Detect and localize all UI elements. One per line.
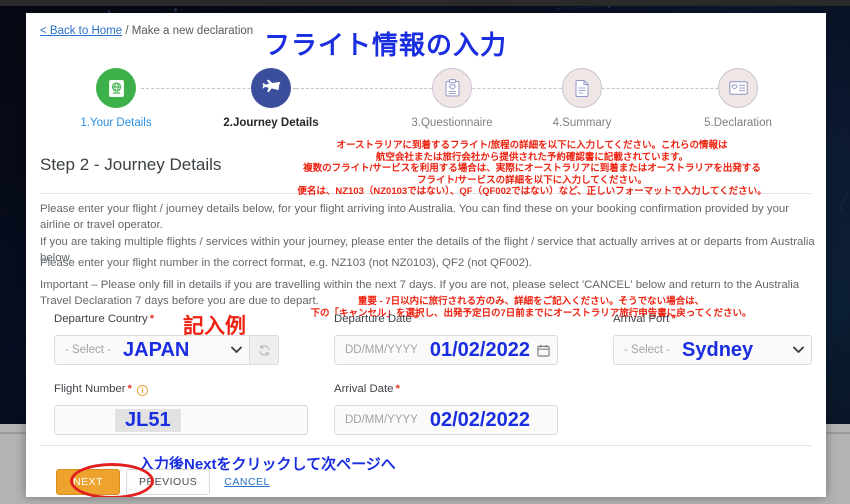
sidebar-item-your-details[interactable]: 1.Your Details <box>46 68 186 129</box>
required-marker: * <box>127 383 132 395</box>
sidebar-item-declaration[interactable]: 5.Declaration <box>668 68 808 129</box>
instruction-paragraph: Please enter your flight / journey detai… <box>40 203 790 231</box>
chevron-down-icon[interactable] <box>223 336 249 364</box>
cancel-link[interactable]: CANCEL <box>224 476 270 488</box>
arrival-date-value: 02/02/2022 <box>429 408 530 431</box>
arrival-port-select[interactable]: - Select - Sydney <box>613 335 812 365</box>
label-text: Arrival Port <box>613 313 670 325</box>
annotation-red-note-line: 便名は、NZ103（NZ0103ではない）、QF（QF002ではない）など、正し… <box>297 186 767 198</box>
arrival-date-label: Arrival Date * <box>334 383 400 395</box>
departure-country-placeholder: - Select - <box>65 344 112 356</box>
previous-button[interactable]: PREVIOUS <box>126 469 211 495</box>
airplane-icon <box>251 68 291 108</box>
sidebar-item-summary[interactable]: 4.Summary <box>512 68 652 129</box>
id-card-icon <box>718 68 758 108</box>
back-to-home-link[interactable]: < Back to Home <box>40 25 122 37</box>
required-marker: * <box>671 313 676 325</box>
departure-country-label: Departure Country * <box>54 313 154 325</box>
refresh-icon[interactable] <box>250 336 278 364</box>
annotation-red-note-line: 複数のフライト/サービスを利用する場合は、実際にオーストラリアに到着またはオース… <box>303 163 761 175</box>
annotation-red-important: 重要 - 7日以内に旅行される方のみ、詳細をご記入ください。そうでない場合は、 … <box>241 296 821 320</box>
annotation-red-note-line: フライト/サービスの詳細を以下に入力してください。 <box>416 174 648 186</box>
clipboard-icon <box>432 68 472 108</box>
required-marker: * <box>149 313 155 325</box>
passport-icon <box>96 68 136 108</box>
required-marker: * <box>413 313 419 325</box>
label-text: Departure Date <box>334 313 412 325</box>
arrival-date-input[interactable]: DD/MM/YYYY 02/02/2022 <box>334 405 558 435</box>
annotation-title-jp: フライト情報の入力 <box>264 30 508 60</box>
departure-date-placeholder: DD/MM/YYYY <box>345 344 418 356</box>
required-marker: * <box>395 383 400 395</box>
declaration-page-card: < Back to Home / Make a new declaration … <box>26 13 826 497</box>
departure-date-input[interactable]: DD/MM/YYYY 01/02/2022 <box>334 335 558 365</box>
annotation-red-important-line: 重要 - 7日以内に旅行される方のみ、詳細をご記入ください。そうでない場合は、 <box>357 296 705 307</box>
progress-stepper: 1.Your Details 2.Journey Details 3.Quest… <box>26 68 826 138</box>
annotation-sample-label: 記入例 <box>183 315 246 338</box>
info-icon[interactable]: i <box>136 385 148 396</box>
annotation-red-important-line: 下の「キャンセル」を選択し、出発予定日の7日前までにオーストラリア旅行申告書に戻… <box>310 308 752 319</box>
flight-number-input[interactable]: JL51 <box>54 405 308 435</box>
label-text: Departure Country <box>54 313 148 325</box>
window-top-bar <box>0 0 850 6</box>
departure-date-label: Departure Date * <box>334 313 418 325</box>
sidebar-item-questionnaire[interactable]: 3.Questionnaire <box>382 68 522 129</box>
form-actions: NEXT PREVIOUS CANCEL <box>56 469 270 495</box>
step-label: 5.Declaration <box>704 117 772 129</box>
chevron-down-icon[interactable] <box>785 336 811 364</box>
departure-date-value: 01/02/2022 <box>429 338 530 361</box>
instruction-paragraph: Please enter your flight number in the c… <box>40 257 532 269</box>
annotation-red-note-line: オーストラリアに到着するフライト/旅程の詳細を以下に入力してください。これらの情… <box>336 140 728 151</box>
step-label: 3.Questionnaire <box>411 117 493 129</box>
step-label: 2.Journey Details <box>223 117 319 129</box>
footer-divider <box>40 445 812 446</box>
arrival-port-placeholder: - Select - <box>624 344 671 356</box>
step-label: 4.Summary <box>552 117 612 129</box>
stepper-connector <box>582 88 738 89</box>
arrival-port-label: Arrival Port * <box>613 313 676 325</box>
stepper-connector <box>296 88 452 89</box>
annotation-red-note: オーストラリアに到着するフライト/旅程の詳細を以下に入力してください。これらの情… <box>232 140 826 198</box>
breadcrumb-separator: / <box>122 25 132 37</box>
departure-country-value: JAPAN <box>123 338 190 361</box>
breadcrumb: < Back to Home / Make a new declaration <box>40 25 253 37</box>
annotation-red-note-line: 航空会社または旅行会社から提供された予約確認書に記載されています。 <box>375 151 689 163</box>
label-text: Arrival Date <box>334 383 394 395</box>
next-button[interactable]: NEXT <box>56 469 121 495</box>
arrival-date-placeholder: DD/MM/YYYY <box>345 414 418 426</box>
sidebar-item-journey-details[interactable]: 2.Journey Details <box>201 68 341 129</box>
flight-number-value: JL51 <box>115 408 181 432</box>
page-title: Step 2 - Journey Details <box>40 155 222 174</box>
breadcrumb-current: Make a new declaration <box>131 25 254 37</box>
calendar-icon[interactable] <box>530 336 557 364</box>
flight-number-label: Flight Number * i <box>54 383 148 396</box>
label-text: Flight Number <box>54 383 126 395</box>
document-icon <box>562 68 602 108</box>
arrival-port-value: Sydney <box>682 338 754 361</box>
step-label: 1.Your Details <box>80 117 152 129</box>
